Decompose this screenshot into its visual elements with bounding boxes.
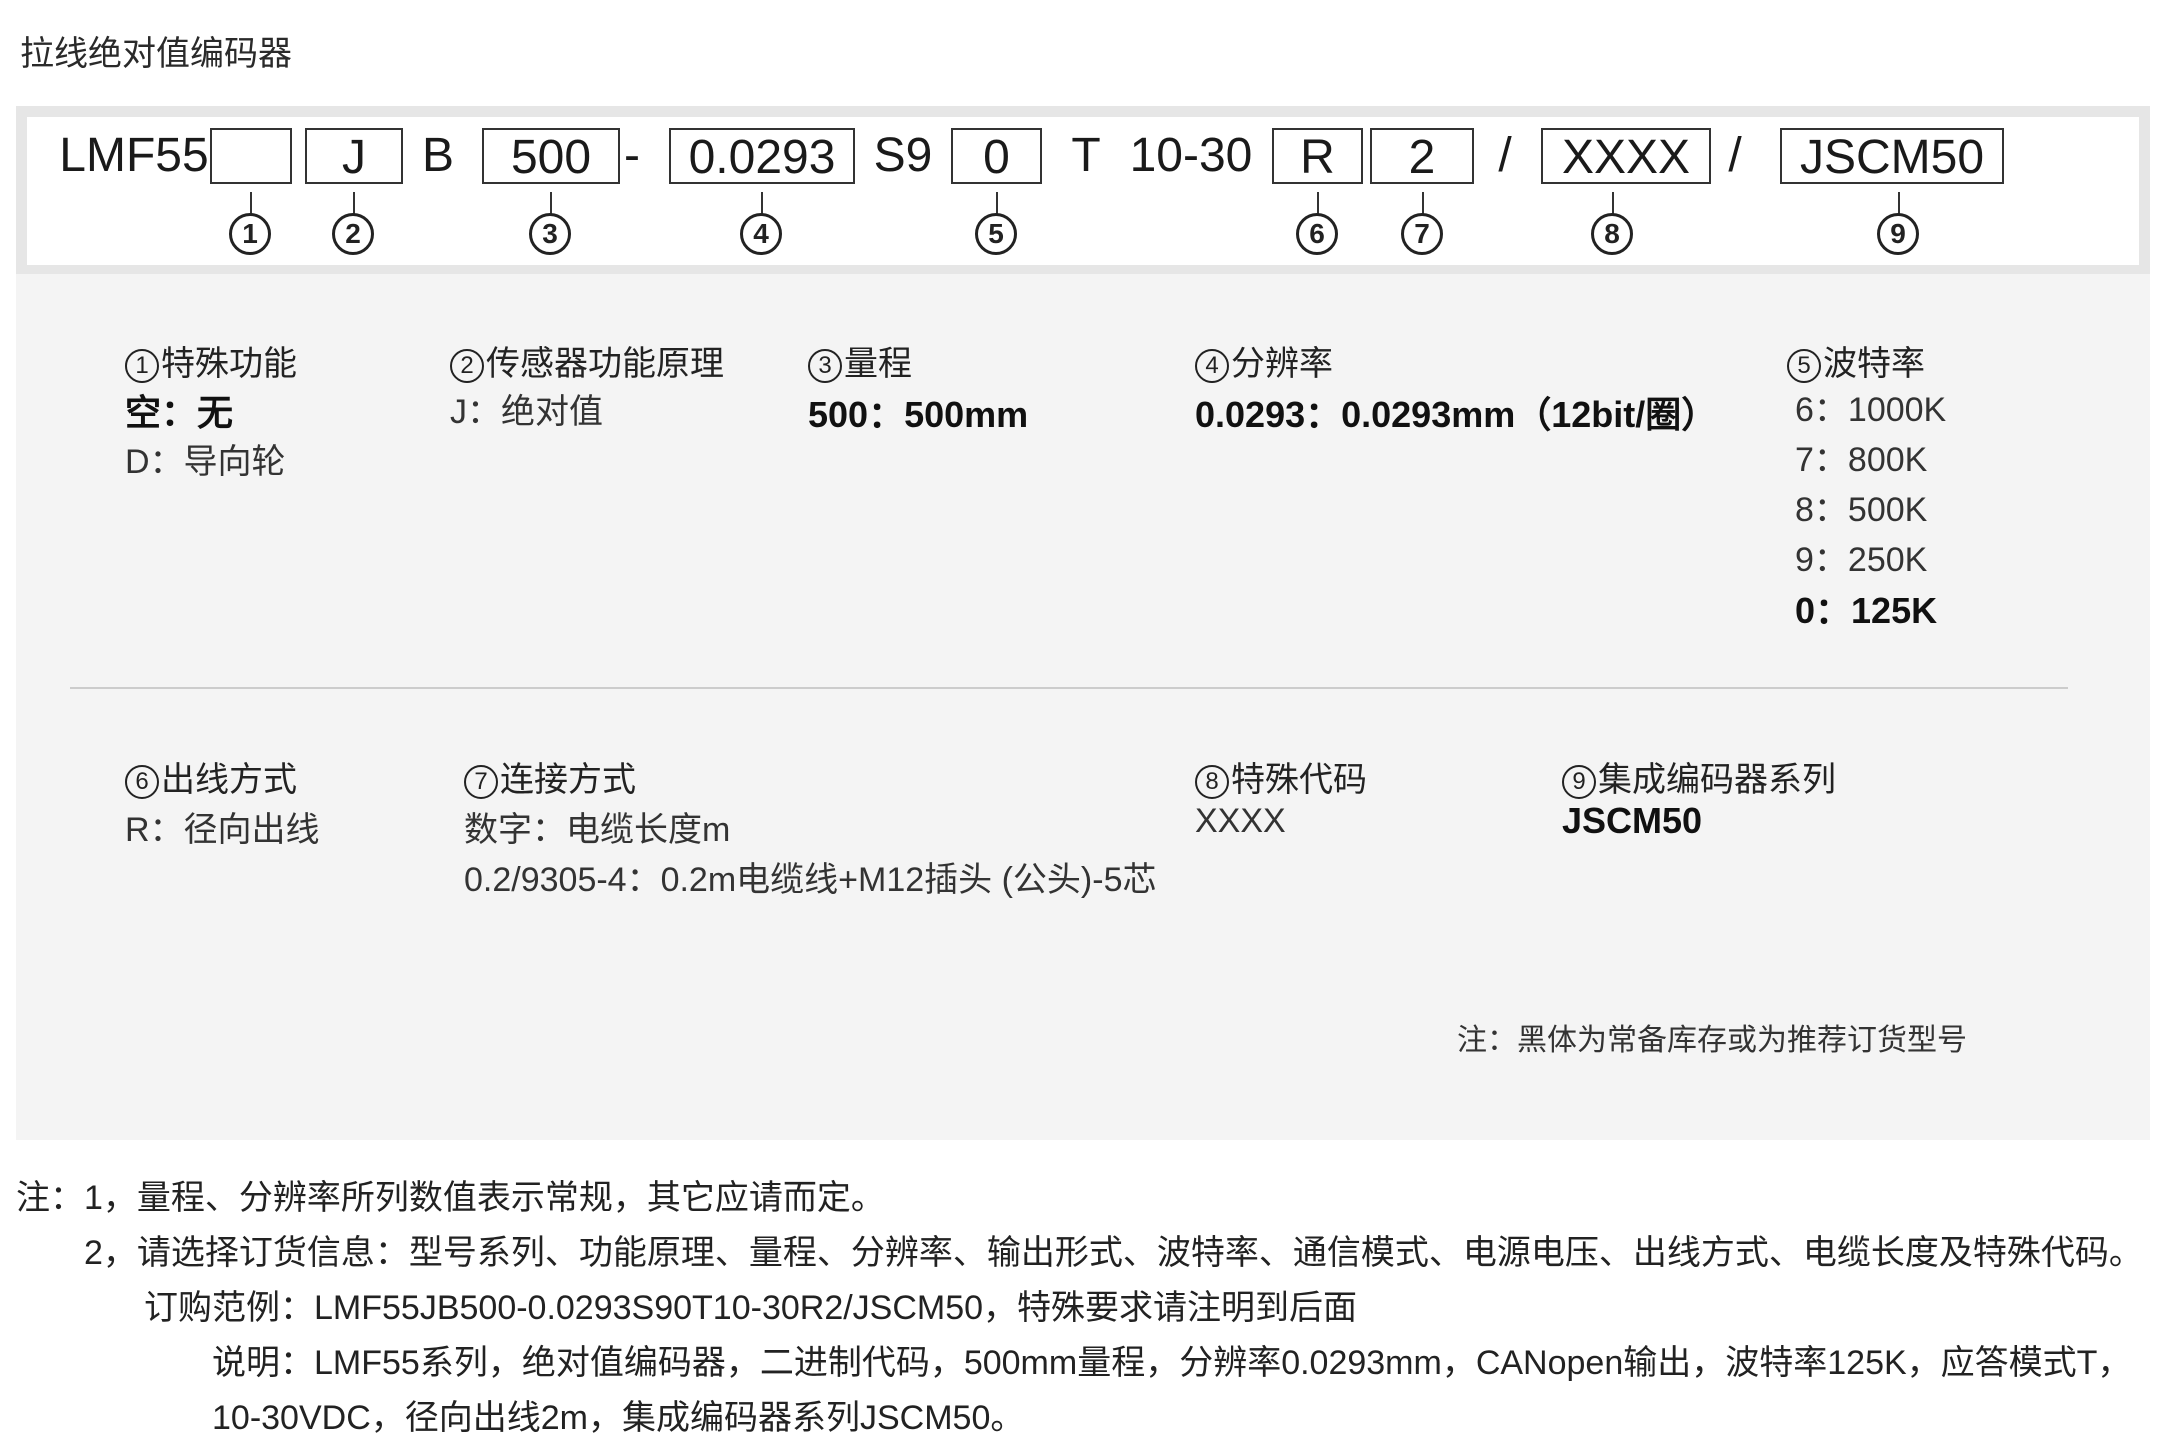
marker-tick-4 bbox=[761, 192, 763, 214]
marker-6: 6 bbox=[1296, 213, 1338, 255]
code-slash-2: / bbox=[1728, 129, 1742, 182]
marker-tick-9 bbox=[1898, 192, 1900, 214]
code-box-5: 0 bbox=[951, 128, 1042, 184]
code-slash-1: / bbox=[1498, 129, 1512, 182]
marker-8: 8 bbox=[1591, 213, 1633, 255]
section-9-item: JSCM50 bbox=[1562, 800, 1703, 841]
marker-tick-3 bbox=[550, 192, 552, 214]
code-box-4: 0.0293 bbox=[669, 128, 855, 184]
note-line-5: 10-30VDC，径向出线2m，集成编码器系列JSCM50。 bbox=[212, 1399, 1025, 1437]
code-box-9: JSCM50 bbox=[1780, 128, 2004, 184]
note-line-1: 注：1，量程、分辨率所列数值表示常规，其它应请而定。 bbox=[16, 1179, 885, 1217]
marker-4: 4 bbox=[740, 213, 782, 255]
marker-1: 1 bbox=[229, 213, 271, 255]
code-box-2: J bbox=[305, 128, 403, 184]
page-title: 拉线绝对值编码器 bbox=[20, 35, 292, 73]
marker-7: 7 bbox=[1401, 213, 1443, 255]
code-box-6: R bbox=[1272, 128, 1363, 184]
section-1-heading: 1 特殊功能 bbox=[125, 336, 297, 385]
code-letter-b: B bbox=[421, 129, 454, 182]
section-5-item-default: 0：125K bbox=[1795, 590, 1938, 631]
section-6-heading: 6 出线方式 bbox=[125, 752, 297, 801]
section-5-item: 6：1000K bbox=[1795, 391, 1947, 429]
panel-note: 注：黑体为常备库存或为推荐订货型号 bbox=[1457, 1024, 1967, 1057]
section-2-item: J：绝对值 bbox=[450, 393, 603, 431]
marker-tick-7 bbox=[1422, 192, 1424, 214]
marker-tick-6 bbox=[1317, 192, 1319, 214]
marker-2: 2 bbox=[332, 213, 374, 255]
code-box-1 bbox=[210, 128, 292, 184]
section-5-item: 8：500K bbox=[1795, 491, 1928, 529]
section-4-heading: 4 分辨率 bbox=[1195, 336, 1333, 385]
section-divider bbox=[70, 687, 2068, 689]
note-line-4: 说明：LMF55系列，绝对值编码器，二进制代码，500mm量程，分辨率0.029… bbox=[212, 1344, 2132, 1382]
section-1-item: D：导向轮 bbox=[125, 443, 286, 481]
code-dash: - bbox=[624, 129, 640, 182]
section-9-heading: 9 集成编码器系列 bbox=[1562, 752, 1836, 801]
section-5-item: 7：800K bbox=[1795, 441, 1928, 479]
section-1-item-default: 空：无 bbox=[125, 392, 234, 433]
marker-tick-1 bbox=[250, 192, 252, 214]
section-8-item: XXXX bbox=[1195, 802, 1286, 840]
model-prefix: LMF55 bbox=[59, 129, 209, 182]
section-5-item: 9：250K bbox=[1795, 541, 1928, 579]
note-line-2: 2，请选择订货信息：型号系列、功能原理、量程、分辨率、输出形式、波特率、通信模式… bbox=[84, 1234, 2143, 1272]
marker-tick-2 bbox=[353, 192, 355, 214]
section-6-item: R：径向出线 bbox=[125, 811, 320, 849]
code-box-8: XXXX bbox=[1541, 128, 1711, 184]
code-box-3: 500 bbox=[482, 128, 620, 184]
code-box-7: 2 bbox=[1370, 128, 1474, 184]
marker-3: 3 bbox=[529, 213, 571, 255]
code-s9: S9 bbox=[873, 129, 933, 182]
marker-tick-8 bbox=[1612, 192, 1614, 214]
marker-9: 9 bbox=[1877, 213, 1919, 255]
section-7-item: 0.2/9305-4：0.2m电缆线+M12插头 (公头)-5芯 bbox=[464, 861, 1157, 899]
section-5-heading: 5 波特率 bbox=[1787, 336, 1925, 385]
section-7-heading: 7 连接方式 bbox=[464, 752, 636, 801]
marker-5: 5 bbox=[975, 213, 1017, 255]
marker-tick-5 bbox=[996, 192, 998, 214]
note-line-3: 订购范例：LMF55JB500-0.0293S90T10-30R2/JSCM50… bbox=[144, 1289, 1358, 1327]
section-8-heading: 8 特殊代码 bbox=[1195, 752, 1367, 801]
section-3-heading: 3 量程 bbox=[808, 336, 912, 385]
code-t: T bbox=[1071, 129, 1101, 182]
section-7-item: 数字：电缆长度m bbox=[464, 811, 731, 849]
section-2-heading: 2 传感器功能原理 bbox=[450, 336, 724, 385]
section-4-item: 0.0293：0.0293mm（12bit/圈） bbox=[1195, 394, 1718, 435]
code-voltage: 10-30 bbox=[1129, 129, 1253, 182]
section-3-item: 500：500mm bbox=[808, 394, 1029, 435]
